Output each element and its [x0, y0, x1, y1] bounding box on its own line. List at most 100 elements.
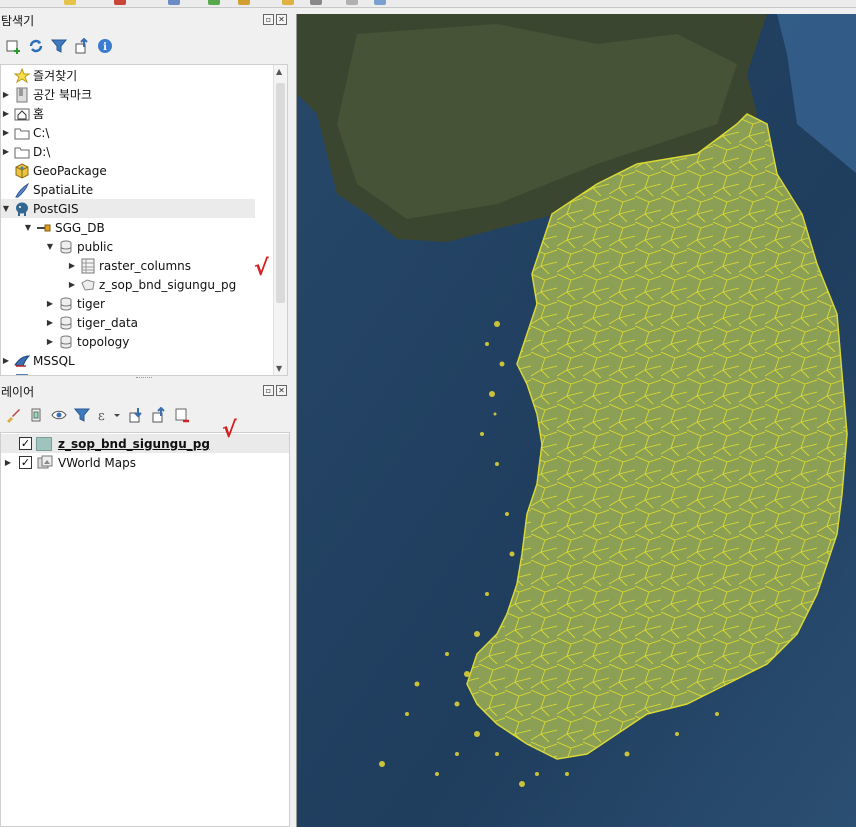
expression-icon: ε — [98, 409, 120, 423]
expand-arrow-icon[interactable]: ▶ — [1, 147, 11, 156]
close-panel-button[interactable]: ✕ — [276, 385, 287, 396]
collapse-arrow-icon[interactable]: ▼ — [1, 204, 11, 213]
tree-item-label: SpatiaLite — [33, 182, 94, 197]
expand-arrow-icon[interactable]: ▶ — [1, 90, 11, 99]
expand-arrow-icon[interactable]: ▶ — [45, 299, 55, 308]
postgis-elephant-icon — [13, 201, 31, 217]
layer-visibility-checkbox[interactable]: ✓ — [19, 456, 32, 469]
annotation-check-mark: √ — [254, 256, 269, 281]
expand-all-icon — [129, 408, 142, 423]
collapse-all-button[interactable] — [73, 37, 91, 55]
tree-item-label: D:\ — [33, 144, 51, 159]
filter-button[interactable] — [50, 37, 68, 55]
expand-arrow-icon[interactable]: ▶ — [1, 109, 11, 118]
paintbrush-icon — [7, 409, 20, 423]
tree-item-drive-d[interactable]: ▶ D:\ — [1, 142, 273, 161]
add-layer-button[interactable] — [4, 37, 22, 55]
tree-item-spatialite[interactable]: SpatiaLite — [1, 180, 273, 199]
browser-scrollbar[interactable]: ▲ ▼ — [273, 65, 287, 375]
expand-arrow-icon[interactable]: ▶ — [1, 128, 11, 137]
raster-layer-icon — [36, 455, 54, 471]
info-icon: i — [98, 39, 112, 53]
expand-arrow-icon[interactable]: ▶ — [1, 458, 15, 467]
tree-item-home[interactable]: ▶ 홈 — [1, 104, 273, 123]
tree-item-geopackage[interactable]: GeoPackage — [1, 161, 273, 180]
folder-icon — [13, 144, 31, 160]
browser-toolbar: i — [2, 35, 114, 57]
toolbar-icon[interactable] — [208, 0, 220, 5]
toolbar-icon[interactable] — [310, 0, 322, 5]
tree-item-label: SGG_DB — [55, 220, 105, 235]
tree-item-sigungu-table[interactable]: ▶ z_sop_bnd_sigungu_pg — [1, 275, 273, 294]
visibility-button[interactable] — [50, 406, 68, 424]
layer-symbol-swatch[interactable] — [36, 436, 52, 451]
float-panel-button[interactable]: ▫ — [263, 14, 274, 25]
map-canvas[interactable] — [296, 14, 856, 827]
layer-visibility-checkbox[interactable]: ✓ — [19, 437, 32, 450]
tree-item-schema-topology[interactable]: ▶ topology — [1, 332, 273, 351]
add-layer-icon — [6, 40, 20, 54]
tree-item-schema-tiger[interactable]: ▶ tiger — [1, 294, 273, 313]
tree-item-mssql[interactable]: ▶ MSSQL — [1, 351, 273, 370]
remove-layer-button[interactable] — [173, 406, 191, 424]
collapse-arrow-icon[interactable]: ▼ — [45, 242, 55, 251]
refresh-button[interactable] — [27, 37, 45, 55]
filter-legend-button[interactable] — [73, 406, 91, 424]
star-icon — [13, 67, 31, 84]
info-button[interactable]: i — [96, 37, 114, 55]
tree-item-label: raster_columns — [99, 258, 191, 273]
collapse-all-icon — [75, 38, 88, 54]
browser-panel-header: 탐색기 ▫ ✕ — [0, 10, 290, 30]
tree-item-sgg-db[interactable]: ▼ SGG_DB — [1, 218, 273, 237]
toolbar-icon[interactable] — [282, 0, 294, 5]
expand-arrow-icon[interactable]: ▶ — [45, 318, 55, 327]
toolbar-icon[interactable] — [238, 0, 250, 5]
toolbar-icon[interactable] — [168, 0, 180, 5]
tree-item-spatial-bookmarks[interactable]: ▶ 공간 북마크 — [1, 85, 273, 104]
svg-text:i: i — [103, 42, 107, 53]
scroll-thumb[interactable] — [276, 83, 285, 303]
browser-panel-title: 탐색기 — [1, 13, 35, 28]
expand-arrow-icon[interactable]: ▶ — [67, 261, 77, 270]
toolbar-icon[interactable] — [64, 0, 76, 5]
float-panel-button[interactable]: ▫ — [263, 385, 274, 396]
schema-icon — [57, 315, 75, 331]
expression-filter-button[interactable]: ε — [96, 406, 122, 424]
close-panel-button[interactable]: ✕ — [276, 14, 287, 25]
spatialite-icon — [13, 182, 31, 198]
tree-item-favorites[interactable]: 즐겨찾기 — [1, 66, 273, 85]
refresh-icon — [29, 39, 43, 53]
tree-item-postgis[interactable]: ▼ PostGIS — [1, 199, 255, 218]
layers-panel-header: 레이어 ▫ ✕ — [0, 381, 290, 401]
add-group-button[interactable] — [27, 406, 45, 424]
expand-arrow-icon[interactable]: ▶ — [67, 280, 77, 289]
layers-toolbar: ε — [2, 404, 191, 426]
tree-item-raster-columns[interactable]: ▶ raster_columns — [1, 256, 273, 275]
svg-text:ε: ε — [98, 409, 105, 423]
tree-item-label: topology — [77, 334, 130, 349]
toolbar-icon[interactable] — [114, 0, 126, 5]
layer-row-vworld[interactable]: ▶ ✓ VWorld Maps — [1, 453, 289, 472]
collapse-all-button[interactable] — [150, 406, 168, 424]
tree-item-schema-public[interactable]: ▼ public — [1, 237, 273, 256]
style-manager-button[interactable] — [4, 406, 22, 424]
tree-item-drive-c[interactable]: ▶ C:\ — [1, 123, 273, 142]
toolbar-icon[interactable] — [346, 0, 358, 5]
layer-row-sigungu[interactable]: ✓ z_sop_bnd_sigungu_pg — [1, 434, 289, 453]
tree-item-label: GeoPackage — [33, 163, 107, 178]
collapse-arrow-icon[interactable]: ▼ — [23, 223, 33, 232]
expand-arrow-icon[interactable]: ▶ — [45, 337, 55, 346]
schema-icon — [57, 296, 75, 312]
connection-icon — [35, 220, 53, 236]
tree-item-schema-tiger-data[interactable]: ▶ tiger_data — [1, 313, 273, 332]
tree-item-label: PostGIS — [33, 201, 79, 216]
expand-arrow-icon[interactable]: ▶ — [1, 356, 11, 365]
toolbar-icon[interactable] — [374, 0, 386, 5]
tree-item-label: MSSQL — [33, 353, 75, 368]
filter-icon — [74, 408, 90, 422]
folder-icon — [13, 125, 31, 141]
tree-item-label: tiger — [77, 296, 105, 311]
scroll-up-icon[interactable]: ▲ — [276, 67, 282, 76]
scroll-down-icon[interactable]: ▼ — [276, 364, 282, 373]
expand-all-button[interactable] — [127, 406, 145, 424]
